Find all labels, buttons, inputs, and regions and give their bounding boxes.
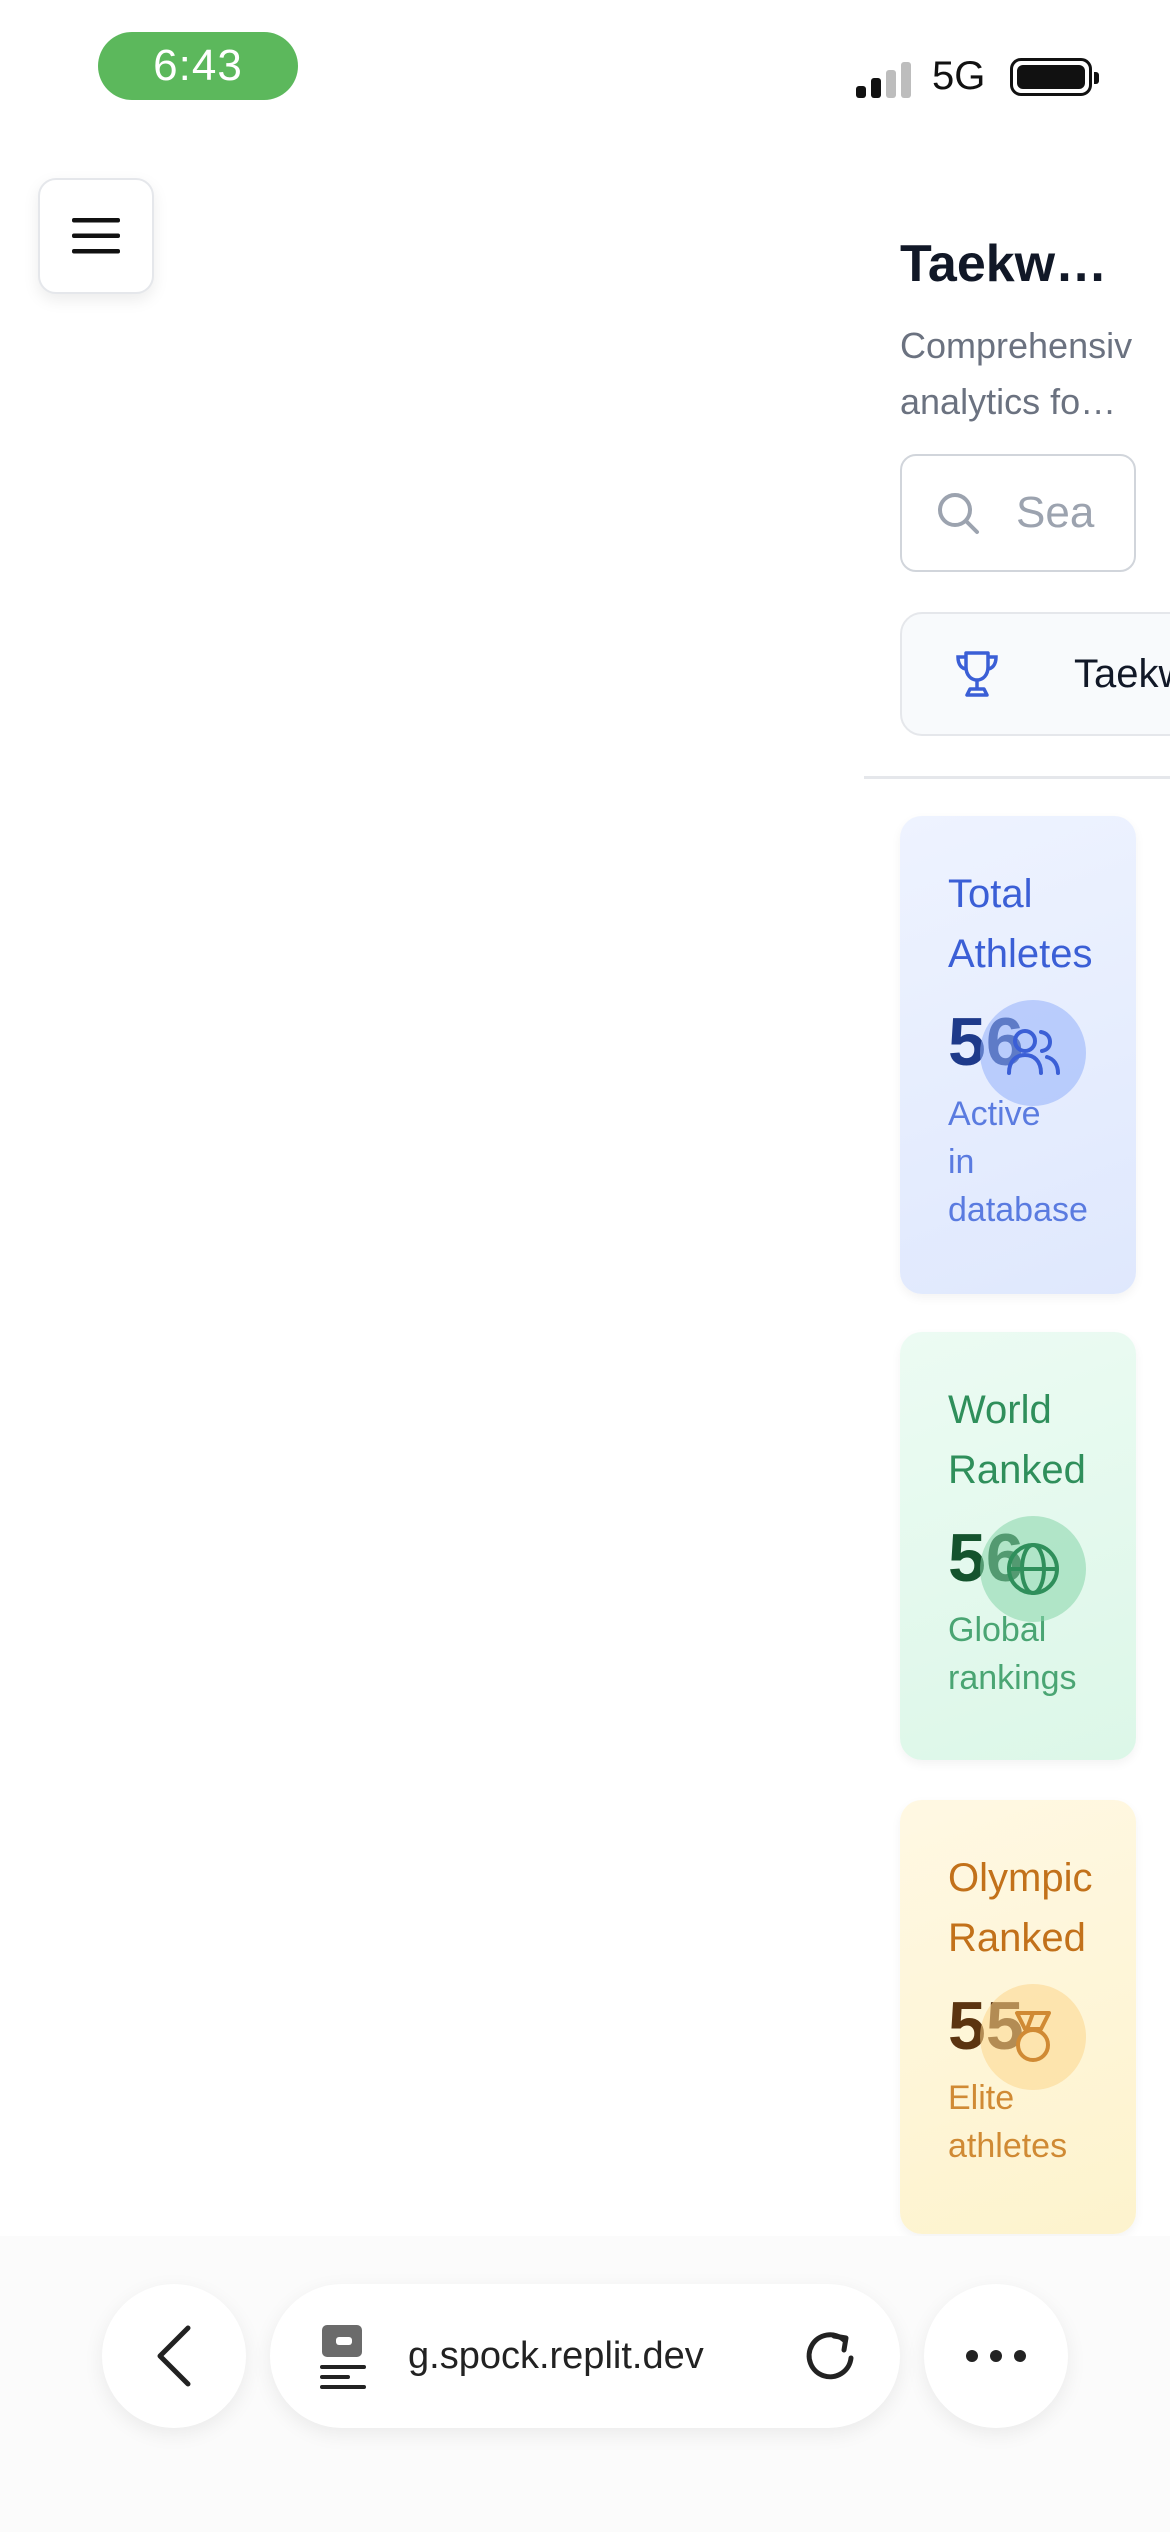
browser-toolbar: g.spock.replit.dev (0, 2236, 1170, 2532)
stat-card-title-line2: Ranked (948, 1916, 1086, 1960)
url-text: g.spock.replit.dev (408, 2334, 704, 2377)
medal-icon (980, 1984, 1086, 2090)
stat-card-title: Olympic Ranked (948, 1848, 1136, 1968)
dashboard-panel: Taekw… Comprehensiv analytics fo… Sea Ta… (864, 140, 1170, 2236)
chevron-left-icon (157, 2325, 191, 2387)
menu-button[interactable] (38, 178, 154, 294)
stat-card-total-athletes: Total Athletes 56 Active in database (900, 816, 1136, 1294)
signal-icon (856, 60, 916, 98)
network-type: 5G (932, 54, 986, 98)
reload-button[interactable] (800, 2326, 860, 2391)
hamburger-icon (72, 218, 120, 254)
stat-card-title-line1: World (948, 1388, 1052, 1432)
stat-card-olympic-ranked: Olympic Ranked 55 Elite athletes (900, 1800, 1136, 2234)
stat-card-caption-line2: in (948, 1143, 975, 1181)
tab-label: Taekw (1074, 651, 1170, 696)
stat-card-caption-line2: rankings (948, 1659, 1077, 1697)
reload-icon (806, 2332, 854, 2380)
stat-card-title-line2: Ranked (948, 1448, 1086, 1492)
users-icon (980, 1000, 1086, 1106)
status-bar: 6:43 5G (0, 0, 1170, 140)
search-icon (938, 493, 979, 534)
tab-taekwondo[interactable]: Taekw (900, 612, 1170, 736)
stat-card-title: World Ranked (948, 1380, 1136, 1500)
stat-card-title-line1: Olympic (948, 1856, 1093, 1900)
stat-card-title-line1: Total (948, 872, 1033, 916)
status-time: 6:43 (98, 32, 298, 100)
extension-icon (320, 2325, 366, 2389)
address-bar[interactable]: g.spock.replit.dev (270, 2284, 900, 2428)
more-button[interactable] (924, 2284, 1068, 2428)
stat-card-caption-line3: database (948, 1191, 1088, 1229)
stat-card-title-line2: Athletes (948, 932, 1093, 976)
page-subtitle-line2: analytics fo… (900, 381, 1117, 422)
search-placeholder: Sea (1016, 488, 1095, 537)
page-title: Taekw… (900, 235, 1108, 293)
globe-icon (980, 1516, 1086, 1622)
stat-card-title: Total Athletes (948, 864, 1136, 984)
stat-card-caption-line2: athletes (948, 2127, 1068, 2165)
trophy-icon (956, 651, 998, 697)
search-input[interactable]: Sea (900, 454, 1136, 572)
stat-card-caption: Active in database (948, 1090, 1136, 1234)
stat-card-world-ranked: World Ranked 56 Global rankings (900, 1332, 1136, 1760)
divider (864, 776, 1170, 779)
page-subtitle-line1: Comprehensiv (900, 325, 1133, 366)
page-subtitle: Comprehensiv analytics fo… (900, 318, 1136, 430)
more-icon (966, 2350, 1026, 2362)
battery-icon (1010, 58, 1099, 96)
back-button[interactable] (102, 2284, 246, 2428)
